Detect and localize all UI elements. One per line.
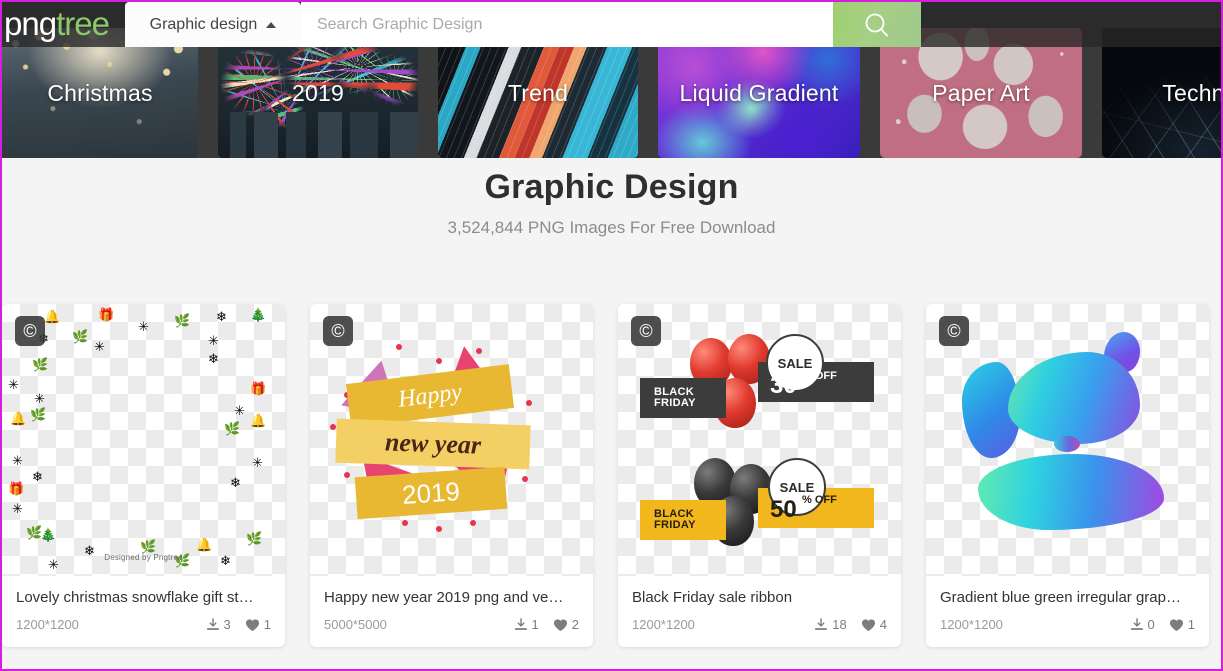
copyright-icon: © xyxy=(15,316,45,346)
category-dropdown[interactable]: Graphic design xyxy=(124,2,301,47)
copyright-icon: © xyxy=(631,316,661,346)
banner-label: Trend xyxy=(507,79,569,106)
download-count: 3 xyxy=(206,617,231,632)
card-body: Black Friday sale ribbon 1200*1200 18 4 xyxy=(618,576,901,647)
image-thumbnail[interactable]: © BLACK FRIDAY SALE 30 % OFF BLACK FRIDA… xyxy=(618,304,901,576)
download-icon xyxy=(514,617,528,632)
caret-up-icon xyxy=(266,21,277,28)
discount-off-top: % OFF xyxy=(802,370,837,382)
page-subtitle: 3,524,844 PNG Images For Free Download xyxy=(447,218,776,237)
gradient-blob-artwork xyxy=(926,304,1209,576)
like-count-value: 4 xyxy=(879,617,887,632)
banner-label: Liquid Gradient xyxy=(679,79,839,106)
card-meta: 5000*5000 1 2 xyxy=(324,617,579,632)
banner-tile-trend[interactable]: Trend xyxy=(438,28,638,158)
image-card[interactable]: © BLACK FRIDAY SALE 30 % OFF BLACK FRIDA… xyxy=(618,304,901,647)
site-header: pngtree Graphic design xyxy=(2,2,1221,47)
banner-label: Paper Art xyxy=(932,79,1030,106)
card-meta: 1200*1200 0 1 xyxy=(940,617,1195,632)
category-dropdown-label: Graphic design xyxy=(149,15,258,33)
download-icon xyxy=(814,617,828,632)
download-count-value: 1 xyxy=(531,617,539,632)
card-meta: 1200*1200 18 4 xyxy=(632,617,887,632)
download-count: 0 xyxy=(1130,617,1155,632)
happy-new-year-artwork: Happy new year 2019 xyxy=(310,304,593,576)
black-friday-label-top: BLACK FRIDAY xyxy=(654,386,696,409)
image-card[interactable]: © 🔔 🎁 ✳ 🌿 ❄ 🎄 ❄ 🌿 ✳ ✳ ❄ 🌿 ✳ ✳ 🎁 xyxy=(2,304,285,647)
image-results-grid: © 🔔 🎁 ✳ 🌿 ❄ 🎄 ❄ 🌿 ✳ ✳ ❄ 🌿 ✳ ✳ 🎁 xyxy=(2,304,1221,647)
heart-icon xyxy=(1169,618,1184,632)
banner-tile-2019[interactable]: 2019 xyxy=(218,28,418,158)
image-thumbnail[interactable]: © xyxy=(926,304,1209,576)
image-thumbnail[interactable]: © xyxy=(310,304,593,576)
search-input[interactable] xyxy=(300,2,833,47)
like-count: 2 xyxy=(553,617,579,632)
christmas-snowflake-artwork: 🔔 🎁 ✳ 🌿 ❄ 🎄 ❄ 🌿 ✳ ✳ ❄ 🌿 ✳ ✳ 🎁 ✳ � xyxy=(2,304,285,576)
download-count-value: 18 xyxy=(832,617,847,632)
heart-icon xyxy=(861,618,876,632)
like-count-value: 1 xyxy=(263,617,271,632)
banner-label: Technic xyxy=(1162,79,1223,106)
copyright-icon: © xyxy=(323,316,353,346)
black-friday-artwork: BLACK FRIDAY SALE 30 % OFF BLACK FRIDAY xyxy=(618,304,901,576)
page-heading-block: Graphic Design 3,524,844 PNG Images For … xyxy=(2,168,1221,238)
card-meta: 1200*1200 3 1 xyxy=(16,617,271,632)
banner-tile-paper-art[interactable]: Paper Art xyxy=(880,28,1082,158)
search-icon xyxy=(862,10,892,40)
banner-label: 2019 xyxy=(292,79,344,106)
ribbon-new-year: new year xyxy=(335,418,531,470)
image-card[interactable]: © Happy new year 2019 Happy new year 201… xyxy=(310,304,593,647)
page-title: Graphic Design xyxy=(484,168,739,206)
search-bar: Graphic design xyxy=(124,2,921,47)
search-button[interactable] xyxy=(832,2,921,47)
card-title[interactable]: Gradient blue green irregular grap… xyxy=(940,589,1195,606)
card-title[interactable]: Black Friday sale ribbon xyxy=(632,589,887,606)
browser-viewport: Christmas 2019 Trend Liquid Gradient Pap… xyxy=(0,0,1223,671)
like-count: 1 xyxy=(1169,617,1195,632)
like-count-value: 2 xyxy=(571,617,579,632)
discount-pct-top: 30 xyxy=(770,372,797,399)
download-count: 1 xyxy=(514,617,539,632)
download-count-value: 0 xyxy=(1147,617,1155,632)
banner-label: Christmas xyxy=(47,79,153,106)
card-body: Happy new year 2019 png and ve… 5000*500… xyxy=(310,576,593,647)
like-count: 1 xyxy=(245,617,271,632)
image-dimensions: 5000*5000 xyxy=(324,617,387,632)
copyright-icon: © xyxy=(939,316,969,346)
discount-pct-bottom: 50 xyxy=(770,496,797,523)
discount-off-bottom: % OFF xyxy=(802,494,837,506)
download-count-value: 3 xyxy=(223,617,231,632)
logo-tree-text: tree xyxy=(56,4,110,42)
logo-png-text: png xyxy=(4,4,57,42)
pngtree-logo[interactable]: pngtree xyxy=(4,4,110,43)
banner-tile-technic[interactable]: Technic xyxy=(1102,28,1223,158)
banner-tile-liquid-gradient[interactable]: Liquid Gradient xyxy=(658,28,860,158)
banner-tile-christmas[interactable]: Christmas xyxy=(2,28,198,158)
heart-icon xyxy=(245,618,260,632)
artwork-credit: Designed by Pngtree xyxy=(104,553,183,562)
card-title[interactable]: Happy new year 2019 png and ve… xyxy=(324,589,579,606)
card-body: Gradient blue green irregular grap… 1200… xyxy=(926,576,1209,647)
download-icon xyxy=(1130,617,1144,632)
like-count-value: 1 xyxy=(1187,617,1195,632)
image-thumbnail[interactable]: © 🔔 🎁 ✳ 🌿 ❄ 🎄 ❄ 🌿 ✳ ✳ ❄ 🌿 ✳ ✳ 🎁 xyxy=(2,304,285,576)
image-dimensions: 1200*1200 xyxy=(940,617,1003,632)
download-icon xyxy=(206,617,220,632)
image-dimensions: 1200*1200 xyxy=(16,617,79,632)
image-card[interactable]: © Gradient blue green irregular grap… 12… xyxy=(926,304,1209,647)
card-title[interactable]: Lovely christmas snowflake gift st… xyxy=(16,589,271,606)
black-friday-label-bottom: BLACK FRIDAY xyxy=(654,508,696,531)
like-count: 4 xyxy=(861,617,887,632)
image-dimensions: 1200*1200 xyxy=(632,617,695,632)
card-body: Lovely christmas snowflake gift st… 1200… xyxy=(2,576,285,647)
download-count: 18 xyxy=(814,617,847,632)
heart-icon xyxy=(553,618,568,632)
